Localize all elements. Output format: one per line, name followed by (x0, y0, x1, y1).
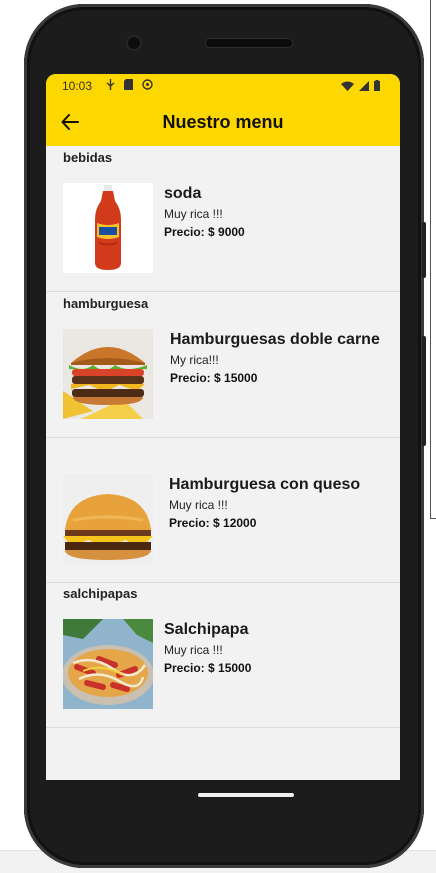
page-title: Nuestro menu (162, 112, 284, 132)
side-panel-edge (430, 0, 436, 519)
earpiece-speaker (206, 39, 292, 47)
soda-bottle-image (63, 183, 153, 273)
menu-item-con-queso[interactable]: Hamburguesa con queso Muy rica !!! Preci… (46, 438, 400, 583)
item-price: Precio: $ 12000 (169, 516, 257, 530)
item-price: Precio: $ 9000 (164, 225, 245, 239)
volume-button (422, 336, 426, 446)
front-camera (128, 37, 140, 49)
menu-item-salchipapa[interactable]: Salchipapa Muy rica !!! Precio: $ 15000 (46, 583, 400, 728)
item-price: Precio: $ 15000 (170, 371, 258, 385)
wifi-icon (341, 81, 354, 91)
item-description: Muy rica !!! (164, 207, 223, 221)
app-bar: Nuestro menu (46, 98, 400, 146)
notification-icons (106, 79, 153, 92)
item-description: My rica!!! (170, 353, 219, 367)
battery-icon (374, 80, 380, 91)
power-button (422, 222, 426, 278)
item-description: Muy rica !!! (169, 498, 228, 512)
menu-item-soda[interactable]: soda Muy rica !!! Precio: $ 9000 (46, 147, 400, 292)
gesture-home-bar[interactable] (198, 793, 294, 797)
system-icons (341, 80, 380, 91)
status-time: 10:03 (62, 79, 93, 93)
item-name: soda (164, 185, 202, 202)
item-description: Muy rica !!! (164, 643, 223, 657)
item-price: Precio: $ 15000 (164, 661, 252, 675)
usb-icon (106, 79, 115, 90)
item-name: Hamburguesa con queso (169, 476, 361, 493)
status-bar: 10:03 (46, 74, 400, 98)
app-screen: 10:03 Nuestro menu bebidas soda Muy rica… (46, 74, 400, 780)
cheeseburger-image (63, 474, 153, 564)
salchipapa-image (63, 619, 153, 709)
signal-icon (359, 80, 369, 91)
item-name: Salchipapa (164, 621, 249, 638)
sd-card-icon (124, 79, 134, 90)
item-name: Hamburguesas doble carne (170, 331, 380, 348)
menu-item-doble-carne[interactable]: Hamburguesas doble carne My rica!!! Prec… (46, 293, 400, 438)
android-icon (142, 79, 153, 90)
double-burger-image (63, 329, 153, 419)
